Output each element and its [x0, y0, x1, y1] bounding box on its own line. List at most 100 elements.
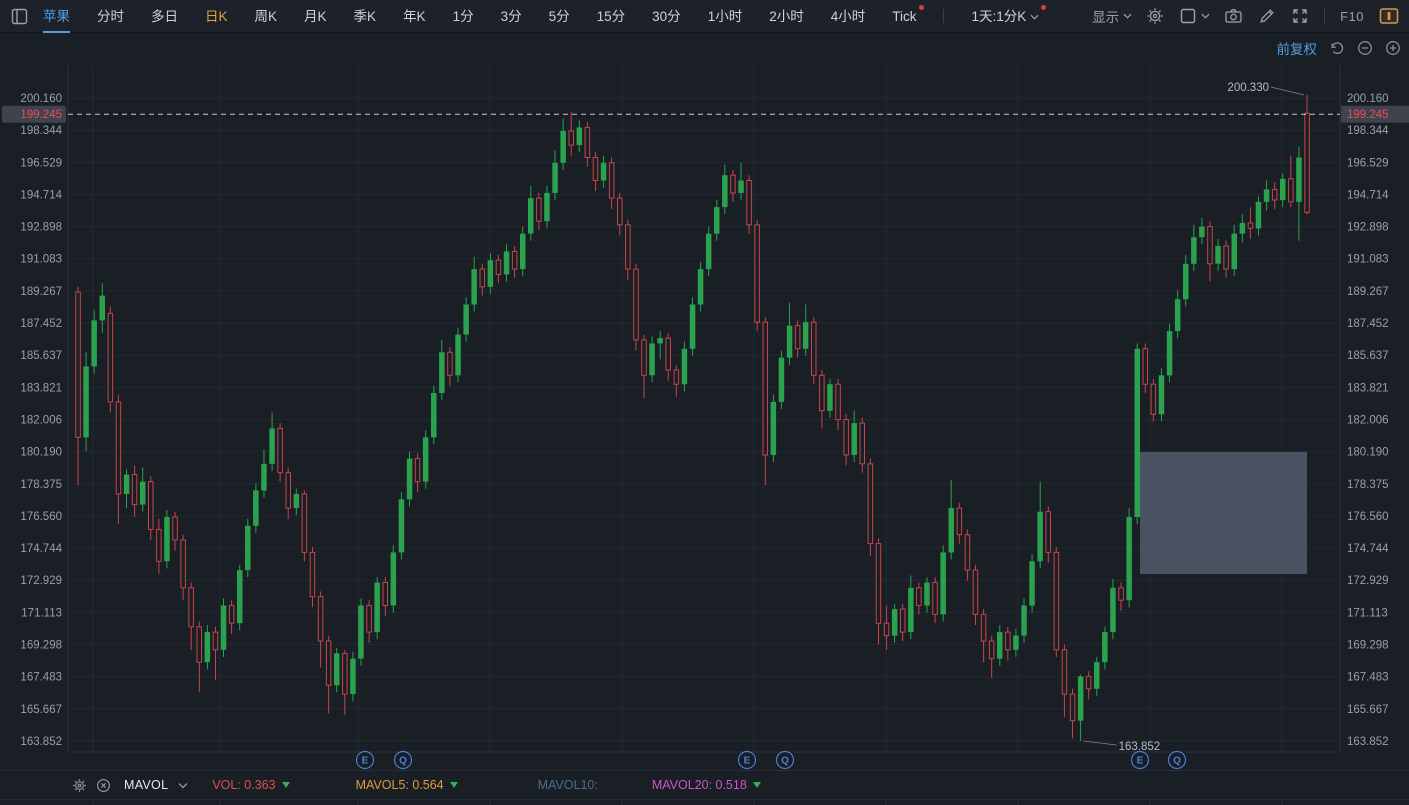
tab-1小时[interactable]: 1小时 [708, 0, 743, 33]
svg-text:183.821: 183.821 [20, 382, 62, 394]
toolbar-divider [1324, 9, 1325, 23]
display-menu[interactable]: 显示 [1092, 6, 1131, 26]
zoom-out-icon[interactable] [1357, 40, 1373, 56]
svg-text:167.483: 167.483 [20, 672, 62, 684]
subbar: 前复权 [1277, 38, 1402, 58]
zoom-in-icon[interactable] [1385, 40, 1401, 56]
svg-text:174.744: 174.744 [20, 543, 62, 555]
svg-text:189.267: 189.267 [1347, 286, 1389, 298]
svg-text:171.113: 171.113 [21, 607, 62, 619]
svg-text:172.929: 172.929 [1347, 575, 1389, 587]
tab-分时[interactable]: 分时 [97, 0, 124, 33]
event-marker-Q[interactable]: Q [395, 752, 412, 769]
svg-text:198.344: 198.344 [20, 125, 62, 137]
svg-text:E: E [362, 756, 369, 767]
tab-年K[interactable]: 年K [403, 0, 426, 33]
svg-text:183.821: 183.821 [1347, 382, 1389, 394]
event-marker-E[interactable]: E [357, 752, 374, 769]
event-marker-Q[interactable]: Q [777, 752, 794, 769]
svg-text:189.267: 189.267 [20, 286, 62, 298]
indicator-mavol10[interactable]: MAVOL10: [538, 778, 598, 792]
tab-1天:1分K[interactable]: 1天:1分K [971, 0, 1038, 33]
triangle-down-icon[interactable] [282, 782, 290, 788]
svg-text:196.529: 196.529 [20, 157, 62, 169]
svg-text:169.298: 169.298 [1347, 640, 1389, 652]
indicator-name[interactable]: MAVOL [124, 778, 168, 792]
candlestick-chart[interactable]: 200.330 163.852 E Q E Q E Q 200.160 200.160 198.34… [0, 0, 1409, 805]
indicator-mavol5[interactable]: MAVOL5: 0.564 [356, 778, 444, 792]
event-marker-E[interactable]: E [1132, 752, 1149, 769]
event-marker-Q[interactable]: Q [1169, 752, 1186, 769]
svg-text:163.852: 163.852 [20, 736, 62, 748]
price-adjust-mode[interactable]: 前复权 [1277, 38, 1318, 58]
svg-text:192.898: 192.898 [20, 222, 62, 234]
f10-button[interactable]: F10 [1340, 9, 1364, 24]
svg-text:174.744: 174.744 [1347, 543, 1389, 555]
toolbar-right: 显示 [1092, 6, 1399, 26]
svg-text:185.637: 185.637 [20, 350, 62, 362]
svg-text:198.344: 198.344 [1347, 125, 1389, 137]
svg-text:Q: Q [1173, 756, 1181, 767]
tab-多日[interactable]: 多日 [151, 0, 178, 33]
high-annotation: 200.330 [1227, 82, 1269, 94]
svg-text:172.929: 172.929 [20, 575, 62, 587]
tab-2小时[interactable]: 2小时 [769, 0, 804, 33]
tab-日K[interactable]: 日K [205, 0, 228, 33]
settings-icon[interactable] [1146, 7, 1164, 25]
svg-text:185.637: 185.637 [1347, 350, 1389, 362]
info-panel-icon[interactable] [1379, 7, 1399, 25]
tab-月K[interactable]: 月K [304, 0, 327, 33]
svg-text:200.160: 200.160 [20, 93, 62, 105]
tab-30分[interactable]: 30分 [652, 0, 681, 33]
svg-text:165.667: 165.667 [1347, 704, 1389, 716]
indicator-values: VOL: 0.363 MAVOL5: 0.564 MAVOL10: MAVOL20: … [186, 778, 760, 792]
svg-text:171.113: 171.113 [1347, 607, 1388, 619]
tab-4小时[interactable]: 4小时 [831, 0, 866, 33]
tab-苹果[interactable]: 苹果 [43, 0, 70, 33]
event-marker-E[interactable]: E [739, 752, 756, 769]
undo-icon[interactable] [1329, 40, 1345, 56]
svg-text:E: E [744, 756, 751, 767]
layout-pane-icon[interactable] [10, 7, 29, 26]
indicator-close-icon[interactable] [96, 778, 111, 793]
svg-text:194.714: 194.714 [1347, 189, 1389, 201]
svg-text:200.160: 200.160 [1347, 93, 1389, 105]
chart-style-selector[interactable] [1179, 7, 1209, 25]
svg-text:Q: Q [399, 756, 407, 767]
tab-季K[interactable]: 季K [354, 0, 377, 33]
svg-text:176.560: 176.560 [20, 511, 62, 523]
svg-text:178.375: 178.375 [1347, 479, 1389, 491]
tab-15分[interactable]: 15分 [597, 0, 626, 33]
indicator-mavol20[interactable]: MAVOL20: 0.518 [652, 778, 747, 792]
svg-text:182.006: 182.006 [20, 415, 62, 427]
notification-dot [1041, 5, 1046, 10]
tab-5分[interactable]: 5分 [549, 0, 570, 33]
svg-text:182.006: 182.006 [1347, 415, 1389, 427]
draw-icon[interactable] [1258, 7, 1276, 25]
svg-text:176.560: 176.560 [1347, 511, 1389, 523]
indicator-vol[interactable]: VOL: 0.363 [212, 778, 275, 792]
triangle-down-icon[interactable] [753, 782, 761, 788]
tab-1分[interactable]: 1分 [453, 0, 474, 33]
triangle-down-icon[interactable] [450, 782, 458, 788]
svg-text:163.852: 163.852 [1347, 736, 1389, 748]
indicator-settings-icon[interactable] [72, 778, 87, 793]
current-price-right: 199.245 [1347, 109, 1389, 121]
chevron-down-icon [1201, 12, 1209, 20]
tab-3分[interactable]: 3分 [501, 0, 522, 33]
chevron-down-icon[interactable] [178, 781, 186, 789]
period-tabs: 苹果分时多日日K 周K 月K 季K 年K 1分 3分 5分 15分 30分 1小时 2小时 4小时 Tic… [43, 0, 1038, 33]
screenshot-icon[interactable] [1224, 7, 1243, 25]
svg-text:187.452: 187.452 [20, 318, 62, 330]
svg-text:191.083: 191.083 [1347, 254, 1389, 266]
chevron-down-icon [1030, 13, 1038, 21]
tab-周K[interactable]: 周K [255, 0, 278, 33]
svg-text:165.667: 165.667 [20, 704, 62, 716]
svg-text:187.452: 187.452 [1347, 318, 1389, 330]
tab-divider [943, 9, 944, 23]
fullscreen-icon[interactable] [1291, 7, 1309, 25]
tab-Tick[interactable]: Tick [892, 0, 916, 33]
overlay-box [1140, 452, 1307, 574]
svg-text:180.190: 180.190 [20, 447, 62, 459]
trading-app-window: 200.330 163.852 E Q E Q E Q 200.160 200.160 198.34… [0, 0, 1409, 805]
